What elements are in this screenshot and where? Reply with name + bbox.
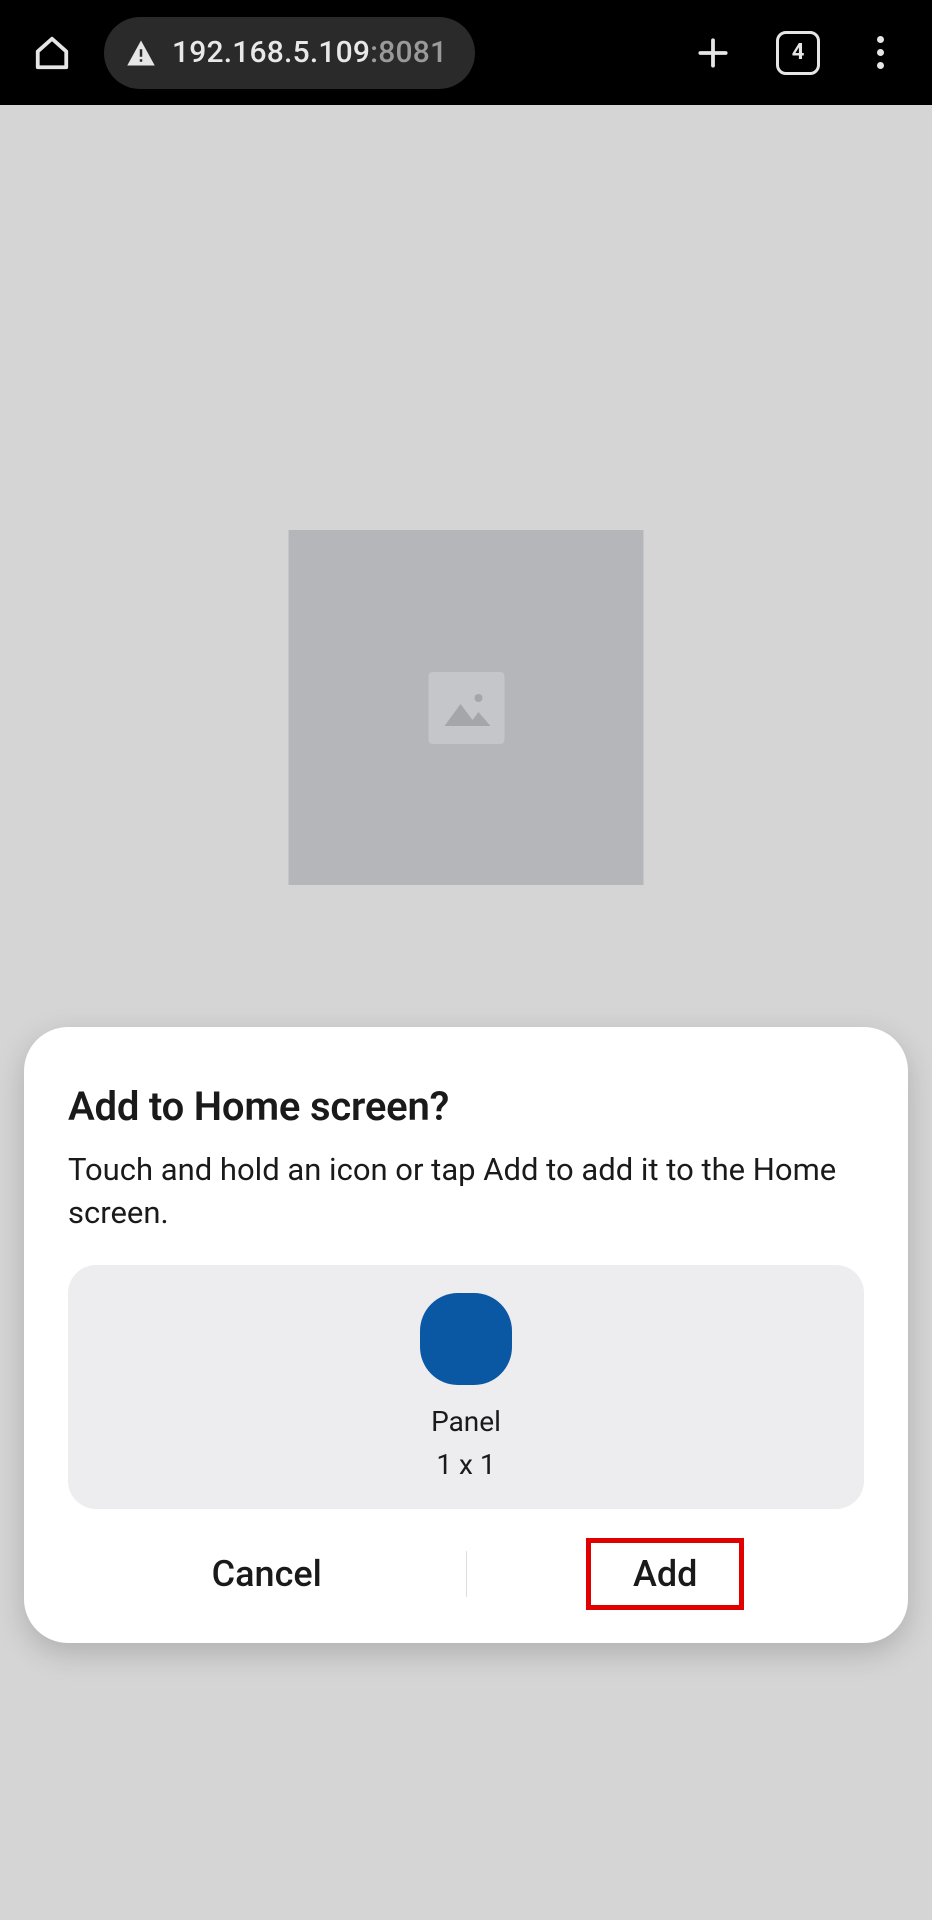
image-icon [428, 672, 504, 744]
widget-name: Panel [431, 1405, 501, 1438]
address-port: :8081 [370, 35, 447, 70]
browser-topbar: 192.168.5.109:8081 4 [0, 0, 932, 105]
new-tab-icon[interactable] [694, 34, 732, 72]
not-secure-warning-icon [126, 39, 156, 67]
dialog-description: Touch and hold an icon or tap Add to add… [68, 1148, 864, 1235]
app-icon[interactable] [420, 1293, 512, 1385]
add-button[interactable]: Add [467, 1529, 865, 1619]
overflow-menu-icon[interactable] [864, 31, 896, 75]
address-host: 192.168.5.109 [172, 35, 370, 70]
home-icon[interactable] [24, 25, 80, 81]
tab-switcher-icon[interactable]: 4 [776, 31, 820, 75]
add-to-home-dialog: Add to Home screen? Touch and hold an ic… [24, 1027, 908, 1643]
page-content: Add to Home screen? Touch and hold an ic… [0, 105, 932, 1920]
cancel-button-label: Cancel [212, 1553, 322, 1595]
address-text: 192.168.5.109:8081 [172, 35, 447, 70]
widget-size: 1 x 1 [436, 1448, 495, 1481]
dialog-title: Add to Home screen? [68, 1083, 864, 1130]
widget-preview[interactable]: Panel 1 x 1 [68, 1265, 864, 1509]
page-image-placeholder [289, 530, 644, 885]
add-button-label: Add [586, 1538, 744, 1610]
address-bar[interactable]: 192.168.5.109:8081 [104, 17, 475, 89]
dialog-button-row: Cancel Add [68, 1529, 864, 1619]
tab-count: 4 [792, 40, 805, 65]
cancel-button[interactable]: Cancel [68, 1529, 466, 1619]
